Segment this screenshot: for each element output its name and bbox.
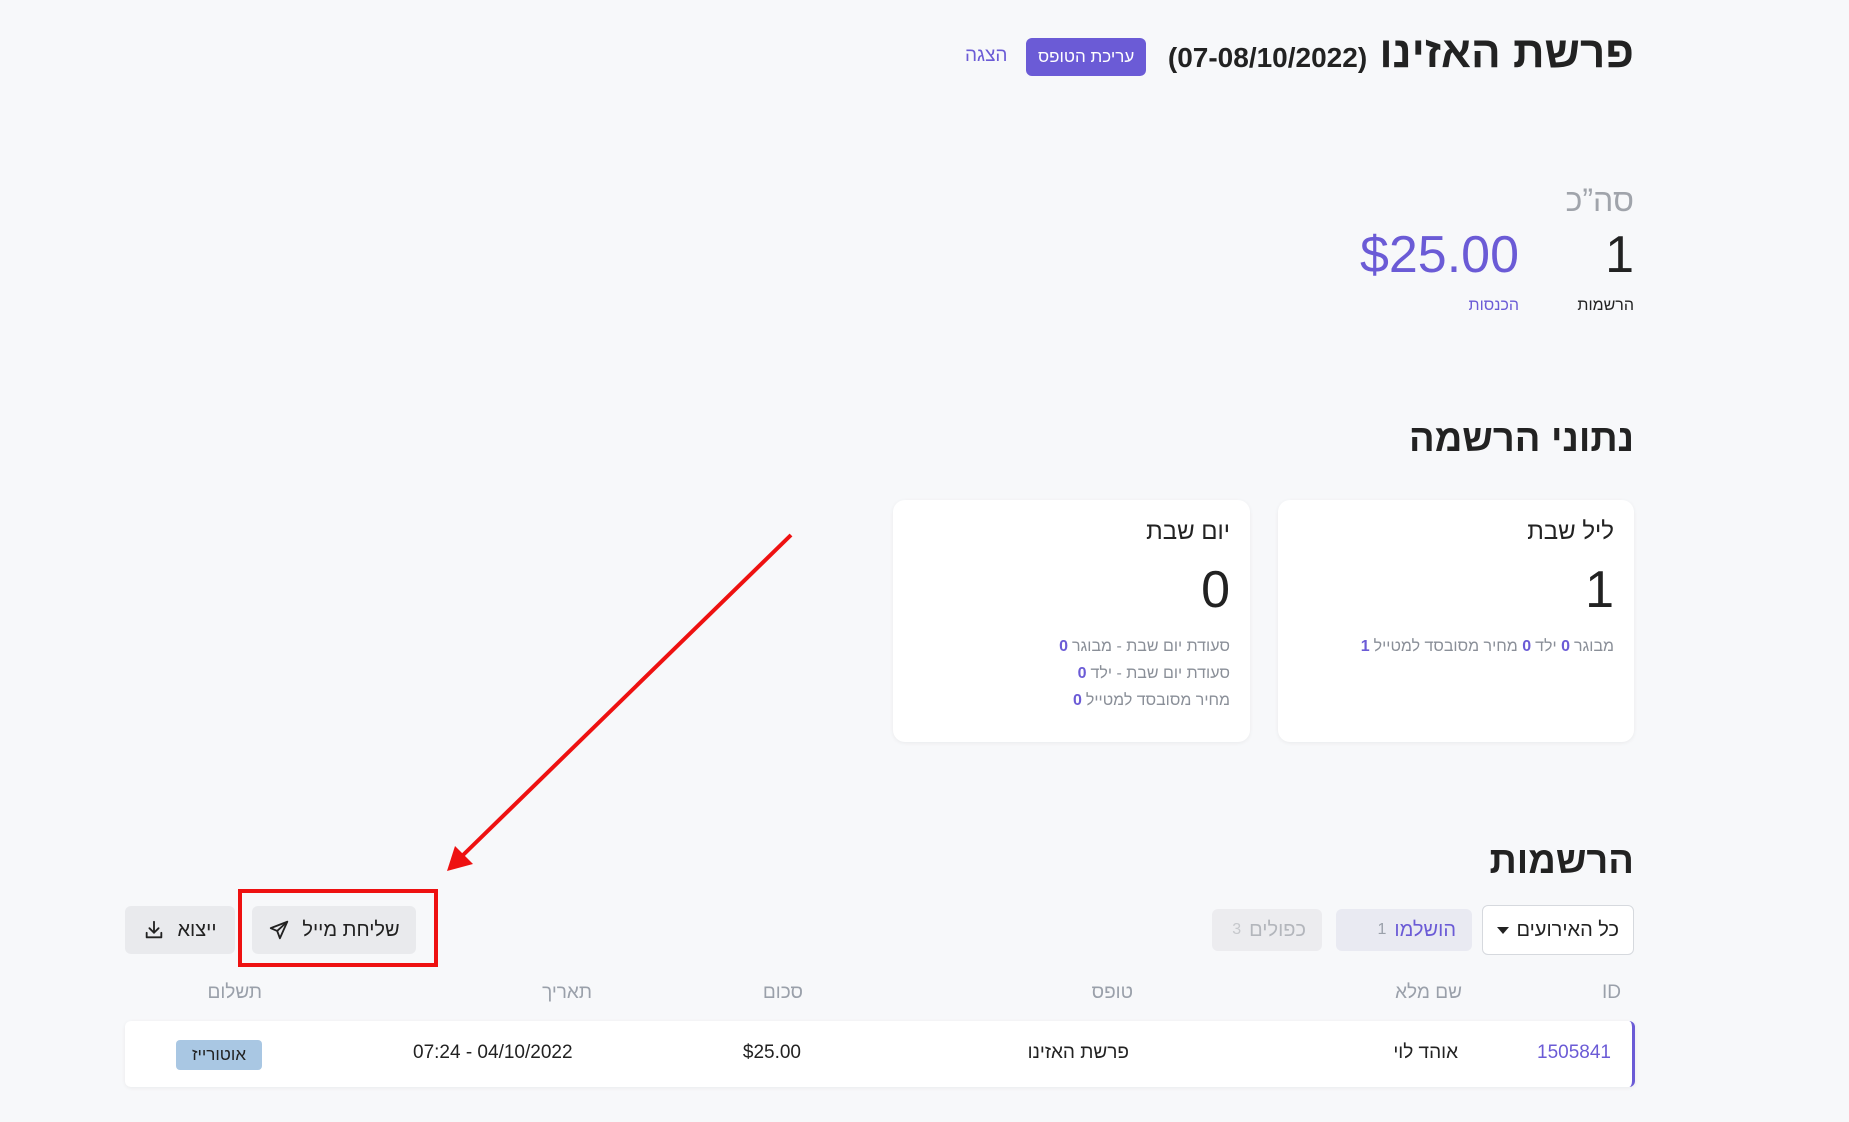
column-header-name: שם מלא [1395, 982, 1462, 1003]
edit-form-button[interactable]: עריכת הטופס [1026, 38, 1147, 76]
event-card-saturday: יום שבת 0 סעודת יום שבת - מבוגר0 סעודת י… [893, 500, 1250, 742]
event-card-friday-night: ליל שבת 1 מבוגר0 ילד0 מחיר מסובסד למטייל… [1278, 500, 1634, 742]
event-filter-select[interactable]: כל האירועים [1482, 905, 1634, 955]
card-title: ליל שבת [1527, 518, 1614, 545]
detail-item: מחיר מסובסד למטייל0 [1073, 692, 1230, 709]
filter-duplicates[interactable]: כפולים 3 [1212, 909, 1322, 951]
export-label: ייצוא [177, 918, 217, 941]
detail-item: סעודת יום שבת - ילד0 [1077, 665, 1230, 682]
page-title: פרשת האזינו (07-08/10/2022) [1168, 28, 1634, 78]
column-header-form: טופס [1091, 982, 1133, 1003]
card-details: מבוגר0 ילד0 מחיר מסובסד למטייל1 [1298, 638, 1614, 656]
row-amount: $25.00 [742, 1042, 801, 1063]
row-date: 07:24 - 04/10/2022 [413, 1042, 573, 1063]
caret-down-icon [1497, 926, 1509, 934]
detail-item: ילד0 [1522, 638, 1557, 655]
registrations-count-label: הרשמות [1577, 297, 1634, 314]
view-link[interactable]: הצגה [965, 45, 1007, 67]
card-title: יום שבת [1146, 518, 1230, 545]
totals-label: סה”כ [1565, 182, 1634, 218]
filter-completed-label: הושלמו [1394, 918, 1456, 941]
registrations-count: 1 [1605, 226, 1634, 284]
annotation-highlight-box [238, 889, 438, 967]
card-details: סעודת יום שבת - מבוגר0 סעודת יום שבת - י… [913, 638, 1230, 710]
column-header-date: תאריך [542, 982, 592, 1003]
filter-completed[interactable]: הושלמו 1 [1336, 909, 1472, 951]
registration-data-title: נתוני הרשמה [1409, 418, 1634, 460]
card-count: 0 [1201, 561, 1230, 619]
detail-item: מבוגר0 [1561, 638, 1614, 655]
event-filter-value: כל האירועים [1516, 918, 1619, 941]
row-form: פרשת האזינו [1027, 1042, 1129, 1063]
registrations-title: הרשמות [1489, 840, 1634, 882]
detail-item: סעודת יום שבת - מבוגר0 [1059, 638, 1230, 655]
column-header-id: ID [1602, 982, 1621, 1003]
column-header-payment: תשלום [207, 982, 262, 1003]
row-name: אוהד לוי [1393, 1042, 1458, 1063]
export-button[interactable]: ייצוא [125, 906, 235, 954]
column-header-amount: סכום [762, 982, 803, 1003]
row-id[interactable]: 1505841 [1537, 1042, 1611, 1064]
detail-item: מחיר מסובסד למטייל1 [1360, 638, 1518, 655]
filter-duplicates-label: כפולים [1249, 918, 1306, 941]
card-count: 1 [1585, 561, 1614, 619]
payment-status-badge: אוטורייז [176, 1040, 262, 1070]
download-icon [146, 920, 163, 939]
page-title-text: פרשת האזינו [1379, 28, 1634, 77]
revenue-value: $25.00 [1359, 226, 1519, 284]
revenue-label: הכנסות [1468, 297, 1519, 314]
filter-duplicates-count: 3 [1232, 921, 1242, 938]
page-dates: (07-08/10/2022) [1167, 42, 1368, 73]
filter-completed-count: 1 [1377, 921, 1387, 938]
